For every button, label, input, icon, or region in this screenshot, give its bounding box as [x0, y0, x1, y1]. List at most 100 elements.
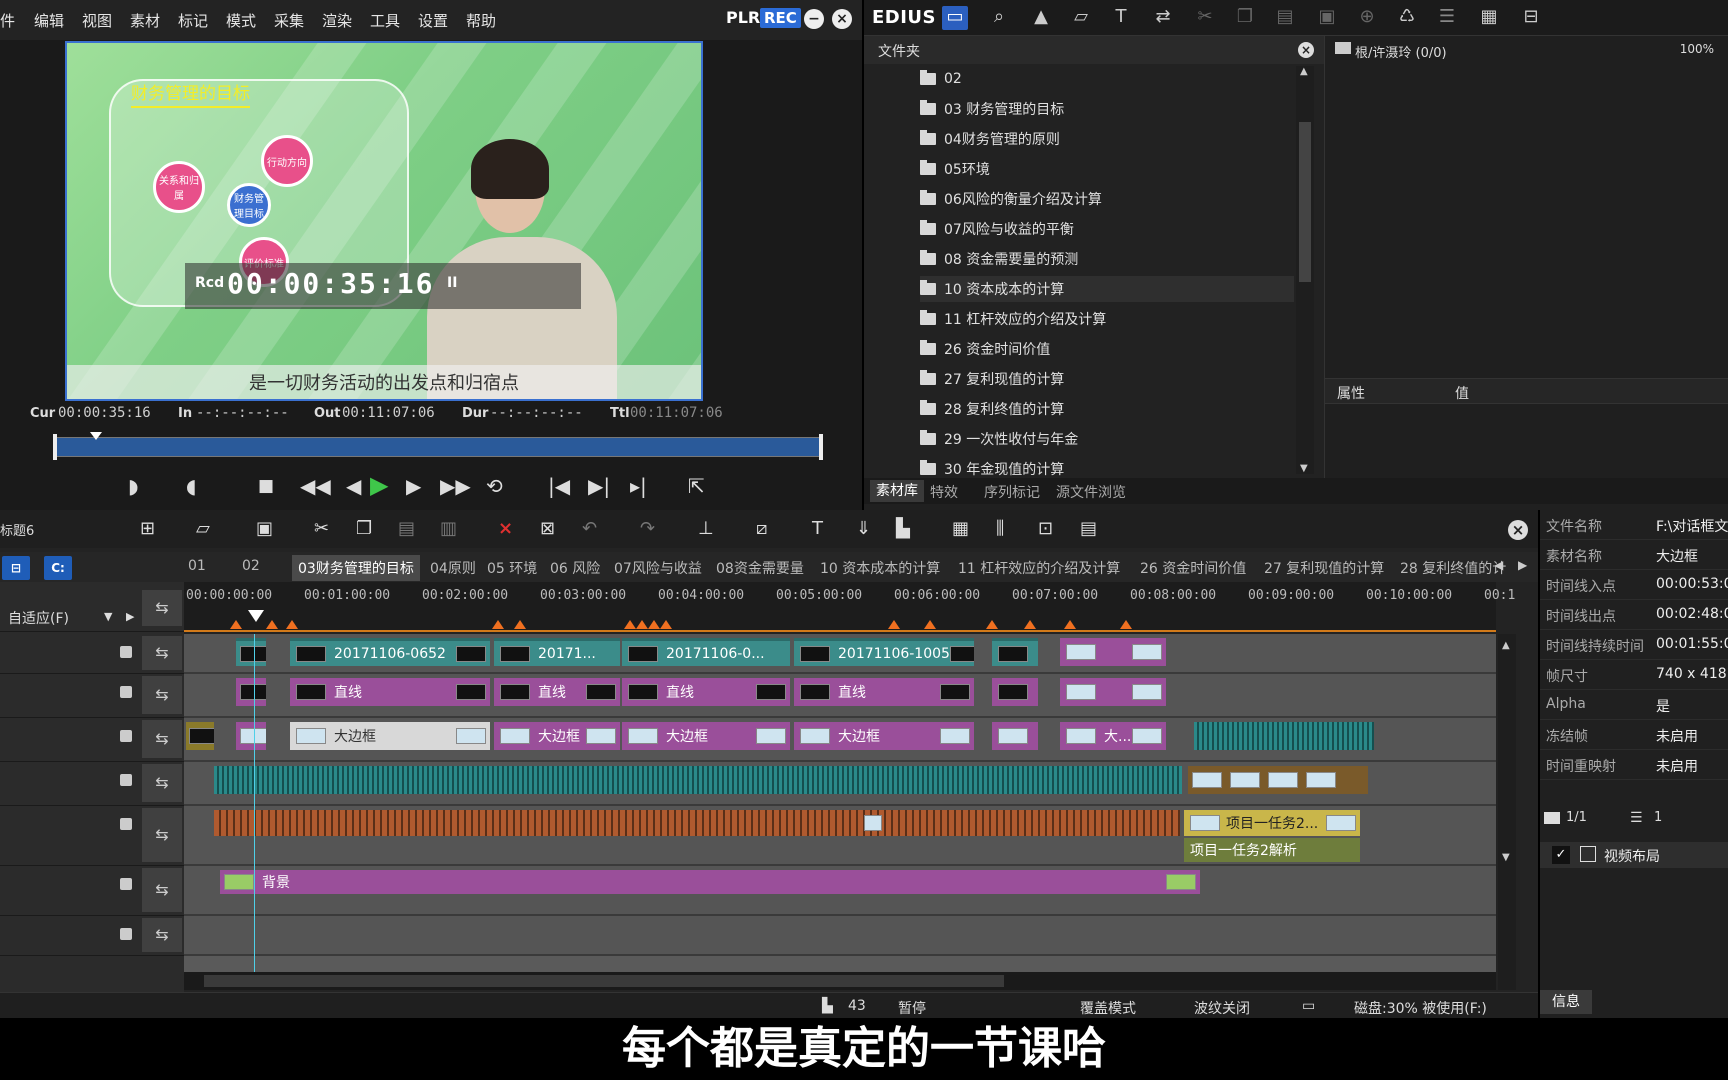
folder-item[interactable]: 08 资金需要量的预测	[920, 246, 1280, 272]
clip[interactable]: 大边框	[622, 722, 790, 750]
layout-checkbox[interactable]: ✓	[1552, 846, 1570, 864]
list-view-icon[interactable]: ☰	[1434, 6, 1460, 30]
marker-icon[interactable]	[660, 620, 672, 629]
close-icon[interactable]: ×	[832, 9, 852, 29]
rec-label[interactable]: REC	[760, 8, 801, 28]
clip[interactable]	[236, 638, 266, 666]
open-folder-icon[interactable]: ▱	[1068, 6, 1094, 30]
video-layout-item[interactable]: ✓ 视频布局	[1540, 842, 1728, 868]
clip[interactable]: 大边框	[794, 722, 974, 750]
play-icon[interactable]: ▶	[370, 471, 388, 499]
folder-item[interactable]: 07风险与收益的平衡	[920, 216, 1280, 242]
marker-icon[interactable]	[1120, 620, 1132, 629]
loop-icon[interactable]: ⟲	[486, 474, 503, 498]
clip[interactable]: 大边框	[494, 722, 620, 750]
sync-icon[interactable]: ⇆	[142, 676, 182, 714]
clip[interactable]	[214, 810, 1180, 836]
marker-icon[interactable]: ⊥	[698, 518, 714, 539]
track-header[interactable]: ⇆	[0, 916, 184, 956]
timeline-ruler[interactable]: 00:00:00:00 00:01:00:00 00:02:00:00 00:03:0…	[184, 582, 1515, 632]
sync-icon[interactable]: ⇆	[142, 918, 182, 952]
track-visibility-icon[interactable]	[120, 928, 132, 940]
track-visibility-icon[interactable]	[120, 818, 132, 830]
insert-icon[interactable]: ▸|	[630, 474, 647, 498]
sequence-icon[interactable]: ⊞	[140, 518, 155, 539]
undo-icon[interactable]: ↶	[582, 518, 597, 539]
position-slider[interactable]	[53, 432, 823, 460]
marker-icon[interactable]	[888, 620, 900, 629]
folder-item[interactable]: 05环境	[920, 156, 1280, 182]
folder-view-icon[interactable]: ▭	[942, 6, 968, 30]
set-out-icon[interactable]: ◖	[186, 474, 197, 498]
ripple-state[interactable]: 波纹关闭	[1194, 998, 1250, 1018]
paste-icon[interactable]: ▤	[398, 518, 415, 539]
clip[interactable]: 大...	[1060, 722, 1166, 750]
folder-item[interactable]: 27 复利现值的计算	[920, 366, 1280, 392]
fit-expand-icon[interactable]: ▶	[126, 610, 134, 623]
menu-render[interactable]: 渲染	[322, 10, 352, 31]
marker-icon[interactable]	[230, 620, 242, 629]
menu-file[interactable]: 件	[0, 10, 15, 31]
render-menu-icon[interactable]: ▙	[896, 518, 910, 539]
rewind-icon[interactable]: ◀◀	[300, 474, 331, 498]
ripple-delete-icon[interactable]: ⊠	[540, 518, 555, 539]
import-icon[interactable]: ⇄	[1150, 6, 1176, 30]
tabs-next-icon[interactable]: ▶	[1518, 558, 1527, 572]
sequence-tab[interactable]: 26 资金时间价值	[1140, 558, 1246, 578]
asset-zoom[interactable]: 100%	[1680, 42, 1714, 56]
clip[interactable]	[1060, 638, 1166, 666]
delete-icon[interactable]: ♺	[1394, 6, 1420, 30]
sequence-tab[interactable]: 02	[242, 558, 260, 574]
render-icon[interactable]: ⇓	[856, 518, 871, 539]
track-header[interactable]: ⇆	[0, 806, 184, 866]
menu-edit[interactable]: 编辑	[34, 10, 64, 31]
marker-icon[interactable]	[1064, 620, 1076, 629]
clip[interactable]: 项目一任务2...	[1184, 810, 1360, 836]
add-to-timeline-icon[interactable]: ⊕	[1354, 6, 1380, 30]
tabs-prev-icon[interactable]: ◀	[1494, 558, 1503, 572]
playhead-icon[interactable]	[248, 610, 264, 622]
sequence-tab[interactable]: 05 环境	[487, 558, 537, 578]
clip[interactable]: 项目一任务2解析	[1184, 838, 1360, 862]
clip[interactable]: 直线	[794, 678, 974, 706]
stop-icon[interactable]: ■	[258, 476, 274, 496]
sequence-tab[interactable]: 10 资本成本的计算	[820, 558, 940, 578]
sequence-tab[interactable]: 04原则	[430, 558, 476, 578]
menu-view[interactable]: 视图	[82, 10, 112, 31]
scroll-down-icon[interactable]: ▼	[1300, 463, 1308, 474]
track-visibility-icon[interactable]	[120, 878, 132, 890]
menu-clip[interactable]: 素材	[130, 10, 160, 31]
sequence-tab[interactable]: 07风险与收益	[614, 558, 702, 578]
fast-forward-icon[interactable]: ▶▶	[440, 474, 471, 498]
clip[interactable]: 20171106-1005	[794, 638, 974, 666]
sync-icon[interactable]: ⇆	[142, 764, 182, 802]
timeline-hscroll[interactable]	[184, 972, 1496, 990]
marker-icon[interactable]	[624, 620, 636, 629]
clip[interactable]: 直线	[494, 678, 620, 706]
search-icon[interactable]: ⌕	[986, 6, 1012, 30]
track-header[interactable]: ⇆	[0, 718, 184, 762]
prev-edit-icon[interactable]: |◀	[548, 474, 570, 498]
sync-icon[interactable]: ⇆	[142, 808, 182, 862]
timeline-close-icon[interactable]: ×	[1508, 520, 1528, 540]
slider-out-handle[interactable]	[819, 434, 823, 460]
clip[interactable]: 20171106-0...	[622, 638, 790, 666]
sequence-tab[interactable]: 01	[188, 558, 206, 574]
scroll-up-icon[interactable]: ▲	[1300, 66, 1308, 77]
edit-mode[interactable]: 覆盖模式	[1080, 998, 1136, 1018]
sequence-tab[interactable]: 28 复利终值的计	[1400, 558, 1506, 578]
clip[interactable]: 大边框	[290, 722, 490, 750]
track-header[interactable]: ⇆	[0, 762, 184, 806]
grid-icon[interactable]: ▤	[1080, 518, 1097, 539]
menu-capture[interactable]: 采集	[274, 10, 304, 31]
export-icon[interactable]: ⇱	[688, 474, 705, 498]
hscroll-thumb[interactable]	[204, 975, 1004, 987]
track-header[interactable]: ⇆	[0, 866, 184, 916]
track-header[interactable]: ⇆	[0, 634, 184, 674]
track-header[interactable]: ⇆	[0, 674, 184, 718]
marker-icon[interactable]	[1024, 620, 1036, 629]
folder-item[interactable]: 26 资金时间价值	[920, 336, 1280, 362]
tab-asset-library[interactable]: 素材库	[870, 480, 924, 502]
paste-insert-icon[interactable]: ▥	[440, 518, 457, 539]
tab-sequence-markers[interactable]: 序列标记	[984, 482, 1040, 502]
